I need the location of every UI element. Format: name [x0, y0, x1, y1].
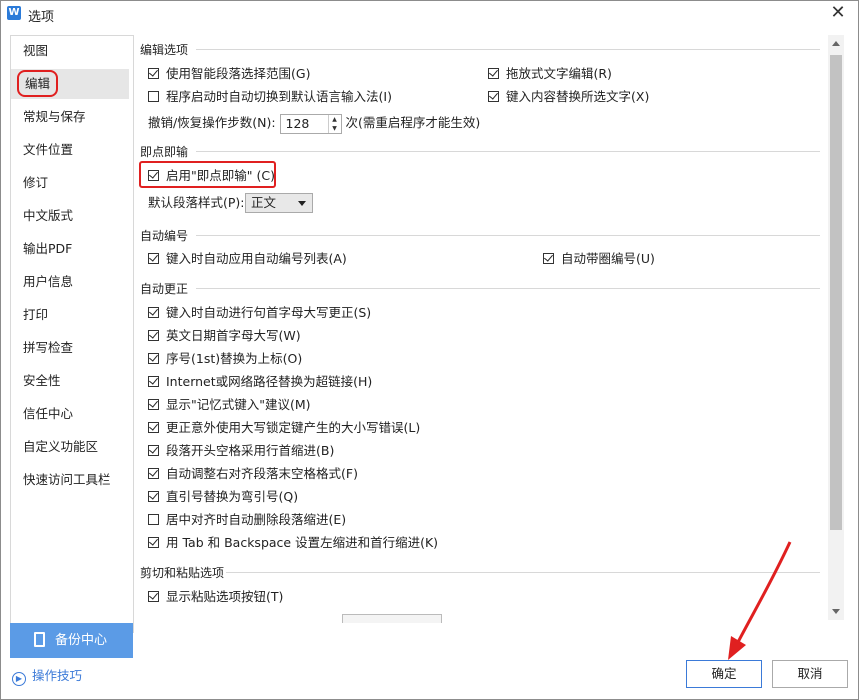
drag-drop-checkbox[interactable]: 拖放式文字编辑(R): [488, 65, 612, 83]
sidebar: 视图 编辑 常规与保存 文件位置 修订 中文版式 输出PDF 用户信息 打印 拼…: [10, 35, 134, 633]
checkbox-unchecked: [148, 91, 159, 102]
autocorrect-item[interactable]: 用 Tab 和 Backspace 设置左缩进和首行缩进(K): [148, 534, 438, 552]
sidebar-item-security[interactable]: 安全性: [11, 366, 129, 396]
window-title: 选项: [28, 10, 55, 25]
section-divider: [226, 572, 820, 573]
autocorrect-item[interactable]: 直引号替换为弯引号(Q): [148, 488, 298, 506]
checkbox-checked: [488, 91, 499, 102]
tips-link[interactable]: ▶ 操作技巧: [12, 665, 82, 686]
autocorrect-item[interactable]: 居中对齐时自动删除段落缩进(E): [148, 511, 346, 529]
checkbox-checked: [148, 591, 159, 602]
checkbox-checked: [488, 68, 499, 79]
sidebar-item-chinese-layout[interactable]: 中文版式: [11, 201, 129, 231]
autocorrect-item[interactable]: 键入时自动进行句首字母大写更正(S): [148, 304, 371, 322]
checkbox-checked: [148, 491, 159, 502]
section-divider: [196, 288, 820, 289]
section-divider: [196, 49, 820, 50]
play-icon: ▶: [12, 672, 26, 686]
checkbox-checked: [148, 422, 159, 433]
section-divider: [196, 235, 820, 236]
sidebar-item-output-pdf[interactable]: 输出PDF: [11, 234, 129, 264]
autocorrect-item[interactable]: 显示"记忆式键入"建议(M): [148, 396, 311, 414]
tips-label: 操作技巧: [32, 668, 83, 683]
checkbox-checked: [148, 68, 159, 79]
typing-replace-checkbox[interactable]: 键入内容替换所选文字(X): [488, 88, 649, 106]
default-style-label: 默认段落样式(P):: [148, 195, 245, 210]
section-title-click-type: 即点即输: [140, 145, 189, 159]
sidebar-item-quick-access-toolbar[interactable]: 快速访问工具栏: [11, 465, 129, 495]
sidebar-item-edit[interactable]: 编辑: [11, 69, 129, 99]
auto-number-list-checkbox[interactable]: 键入时自动应用自动编号列表(A): [148, 250, 347, 268]
checkbox-checked: [543, 253, 554, 264]
undo-steps-label: 撤销/恢复操作步数(N):: [148, 115, 276, 130]
wps-app-icon: W: [7, 6, 21, 20]
auto-switch-ime-checkbox[interactable]: 程序启动时自动切换到默认语言输入法(I): [148, 88, 392, 106]
vertical-scrollbar[interactable]: [828, 35, 844, 620]
backup-center-label: 备份中心: [55, 633, 108, 648]
checkbox-checked: [148, 170, 159, 181]
scroll-thumb[interactable]: [830, 55, 842, 530]
checkbox-checked: [148, 376, 159, 387]
dropdown-arrow-icon: [298, 201, 306, 206]
checkbox-checked: [148, 537, 159, 548]
section-title-auto-number: 自动编号: [140, 229, 189, 243]
close-button[interactable]: ✕: [828, 3, 848, 23]
default-style-dropdown[interactable]: 正文: [245, 193, 313, 213]
section-title-cut-paste: 剪切和粘贴选项: [140, 566, 225, 580]
circled-number-checkbox[interactable]: 自动带圈编号(U): [543, 250, 655, 268]
undo-steps-spinner[interactable]: 128 ▲ ▼: [279, 113, 342, 134]
undo-steps-note: 次(需重启程序才能生效): [345, 115, 481, 130]
autocorrect-item[interactable]: 英文日期首字母大写(W): [148, 327, 301, 345]
sidebar-item-view[interactable]: 视图: [11, 36, 129, 66]
title-bar: W 选项 ✕: [1, 1, 858, 27]
sidebar-item-trust-center[interactable]: 信任中心: [11, 399, 129, 429]
enable-click-type-checkbox[interactable]: 启用"即点即输" (C): [148, 167, 275, 185]
sidebar-item-revision[interactable]: 修订: [11, 168, 129, 198]
autocorrect-item[interactable]: 段落开头空格采用行首缩进(B): [148, 442, 334, 460]
backup-center-button[interactable]: 备份中心: [10, 623, 133, 658]
autocorrect-item[interactable]: Internet或网络路径替换为超链接(H): [148, 373, 372, 391]
autocorrect-item[interactable]: 序号(1st)替换为上标(O): [148, 350, 302, 368]
checkbox-checked: [148, 330, 159, 341]
section-divider: [196, 151, 820, 152]
checkbox-checked: [148, 445, 159, 456]
checkbox-checked: [148, 468, 159, 479]
autocorrect-item[interactable]: 自动调整右对齐段落末空格格式(F): [148, 465, 358, 483]
sidebar-item-print[interactable]: 打印: [11, 300, 129, 330]
section-title-edit-options: 编辑选项: [140, 43, 189, 57]
scroll-up-icon[interactable]: [832, 41, 840, 46]
autocorrect-item[interactable]: 更正意外使用大写锁定键产生的大小写错误(L): [148, 419, 420, 437]
partially-hidden-button[interactable]: [342, 614, 442, 623]
sidebar-item-spell-check[interactable]: 拼写检查: [11, 333, 129, 363]
undo-steps-row: 撤销/恢复操作步数(N): 128 ▲ ▼ 次(需重启程序才能生效): [148, 112, 480, 134]
checkbox-checked: [148, 353, 159, 364]
smart-paragraph-checkbox[interactable]: 使用智能段落选择范围(G): [148, 65, 310, 83]
scroll-down-icon[interactable]: [832, 609, 840, 614]
checkbox-checked: [148, 307, 159, 318]
section-title-auto-correct: 自动更正: [140, 282, 189, 296]
sidebar-item-user-info[interactable]: 用户信息: [11, 267, 129, 297]
spinner-arrows-icon[interactable]: ▲ ▼: [327, 114, 341, 133]
sidebar-item-customize-ribbon[interactable]: 自定义功能区: [11, 432, 129, 462]
ok-button[interactable]: 确定: [686, 660, 762, 688]
sidebar-item-file-location[interactable]: 文件位置: [11, 135, 129, 165]
cancel-button[interactable]: 取消: [772, 660, 848, 688]
edit-options-panel: 编辑选项 使用智能段落选择范围(G) 拖放式文字编辑(R) 程序启动时自动切换到…: [134, 35, 844, 620]
backup-icon: [34, 632, 45, 647]
sidebar-item-general-save[interactable]: 常规与保存: [11, 102, 129, 132]
checkbox-checked: [148, 399, 159, 410]
checkbox-checked: [148, 253, 159, 264]
checkbox-unchecked: [148, 514, 159, 525]
show-paste-options-checkbox[interactable]: 显示粘贴选项按钮(T): [148, 588, 283, 606]
